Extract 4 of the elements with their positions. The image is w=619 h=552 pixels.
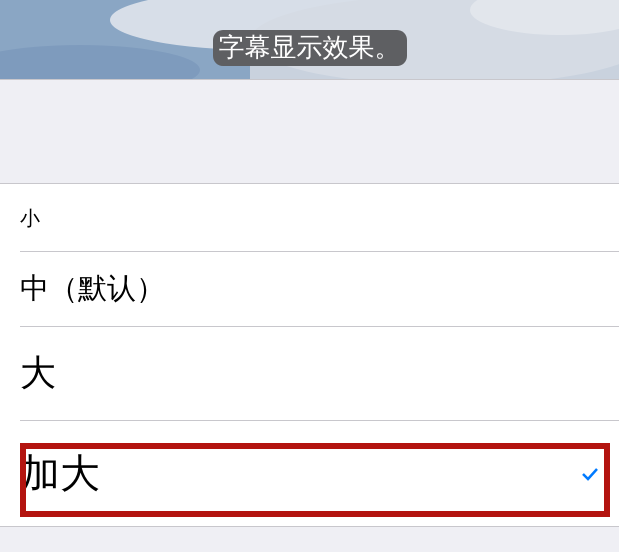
size-option[interactable]: 小 — [20, 202, 599, 232]
size-option[interactable]: 大 — [20, 346, 599, 400]
caption-preview: 字幕显示效果。 — [212, 30, 406, 66]
size-option[interactable]: 中（默认） — [20, 267, 599, 311]
